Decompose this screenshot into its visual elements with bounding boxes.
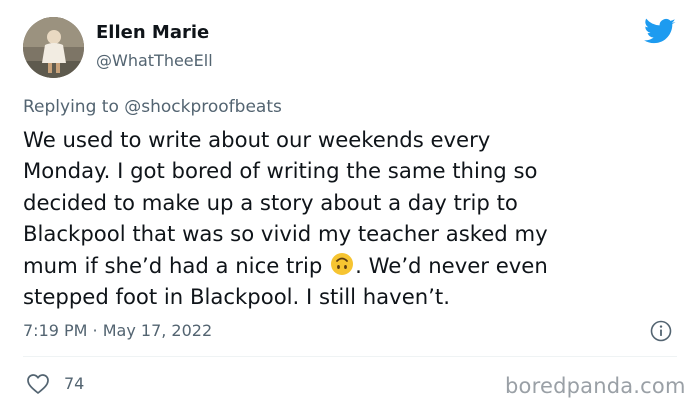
author-name[interactable]: Ellen Marie [96,22,209,44]
tweet-line: decided to make up a story about a day t… [23,189,518,215]
reply-prefix: Replying to [23,97,119,117]
tweet-line-part: . We’d never even [355,252,548,278]
tweet-text: We used to write about our weekends ever… [23,124,683,312]
heart-icon[interactable] [26,373,50,395]
watermark: boredpanda.com [505,374,686,398]
tweet-line: stepped foot in Blackpool. I still haven… [23,284,450,310]
info-icon[interactable] [650,320,672,342]
twitter-bird-icon[interactable] [644,18,676,46]
author-handle[interactable]: @WhatTheeEll [96,51,213,71]
like-count: 74 [64,374,85,393]
tweet-line: We used to write about our weekends ever… [23,127,491,152]
tweet-line-part: mum if she’d had a nice trip [23,252,323,278]
avatar[interactable] [23,17,84,78]
upside-down-face-emoji [330,252,354,276]
divider [23,356,677,357]
tweet-timestamp[interactable]: 7:19 PM · May 17, 2022 [23,320,212,342]
tweet-line: Monday. I got bored of writing the same … [23,158,538,184]
reply-context: Replying to @shockproofbeats [23,96,282,118]
tweet-line-with-emoji: mum if she’d had a nice trip . We’d neve… [23,250,683,281]
tweet-line: Blackpool that was so vivid my teacher a… [23,221,548,247]
reply-mention-link[interactable]: @shockproofbeats [124,97,282,117]
